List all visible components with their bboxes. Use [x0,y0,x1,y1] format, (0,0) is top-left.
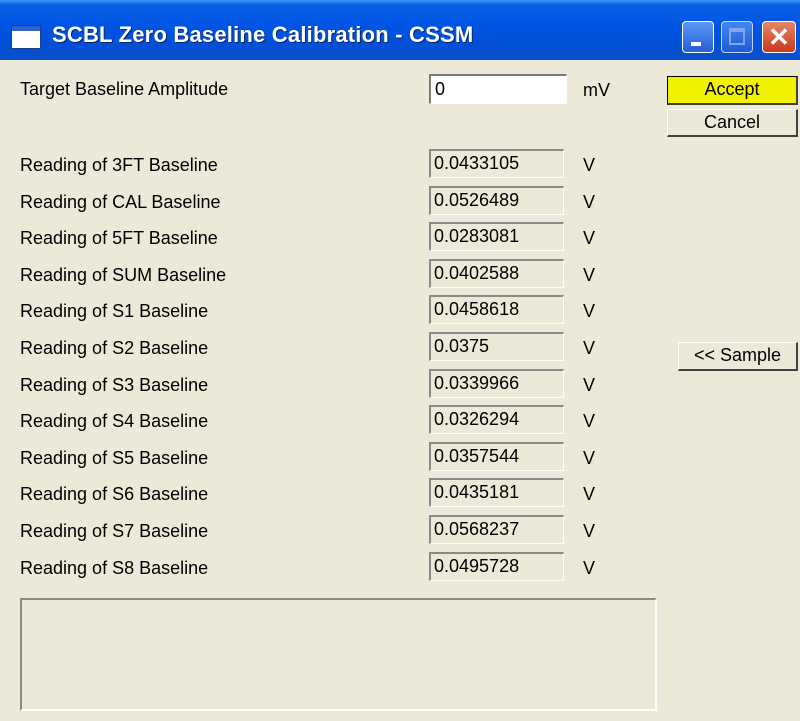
reading-unit: V [583,338,596,358]
reading-label: Reading of 5FT Baseline [20,228,218,248]
maximize-button [721,21,753,53]
reading-value: 0.0458618 [429,295,564,324]
minimize-icon [691,42,701,46]
reading-label: Reading of S8 Baseline [20,558,209,578]
reading-value: 0.0357544 [429,442,564,471]
reading-value: 0.0435181 [429,478,564,507]
title-bar[interactable]: SCBL Zero Baseline Calibration - CSSM ✕ [0,0,800,60]
window-icon [11,25,41,49]
window-title: SCBL Zero Baseline Calibration - CSSM [52,22,474,47]
reading-label: Reading of S5 Baseline [20,448,209,468]
reading-unit: V [583,558,596,578]
reading-value: 0.0495728 [429,552,564,581]
reading-label: Reading of S6 Baseline [20,484,209,504]
reading-label: Reading of S4 Baseline [20,411,209,431]
reading-value: 0.0568237 [429,515,564,544]
reading-unit: V [583,228,596,248]
close-icon: ✕ [768,22,790,52]
reading-label: Reading of SUM Baseline [20,265,227,285]
target-amplitude-input[interactable] [429,74,567,104]
accept-button[interactable]: Accept [667,76,798,105]
reading-value: 0.0326294 [429,405,564,434]
reading-value: 0.0402588 [429,259,564,288]
reading-value: 0.0339966 [429,369,564,398]
reading-value: 0.0375 [429,332,564,361]
reading-unit: V [583,265,596,285]
reading-label: Reading of S1 Baseline [20,301,209,321]
reading-label: Reading of S2 Baseline [20,338,209,358]
target-amplitude-label: Target Baseline Amplitude [20,79,229,99]
sample-button[interactable]: << Sample [678,342,798,371]
reading-unit: V [583,521,596,541]
cancel-button[interactable]: Cancel [667,109,798,137]
maximize-icon [729,28,745,45]
reading-unit: V [583,192,596,212]
reading-unit: V [583,484,596,504]
target-amplitude-unit: mV [583,80,610,100]
reading-value: 0.0283081 [429,222,564,251]
reading-unit: V [583,411,596,431]
reading-label: Reading of S3 Baseline [20,375,209,395]
reading-unit: V [583,375,596,395]
reading-label: Reading of CAL Baseline [20,192,221,212]
message-area [20,598,657,711]
reading-label: Reading of S7 Baseline [20,521,209,541]
reading-value: 0.0433105 [429,149,564,178]
reading-label: Reading of 3FT Baseline [20,155,218,175]
reading-unit: V [583,448,596,468]
close-button[interactable]: ✕ [762,21,796,53]
reading-value: 0.0526489 [429,186,564,215]
reading-unit: V [583,155,596,175]
minimize-button[interactable] [682,21,714,53]
reading-unit: V [583,301,596,321]
